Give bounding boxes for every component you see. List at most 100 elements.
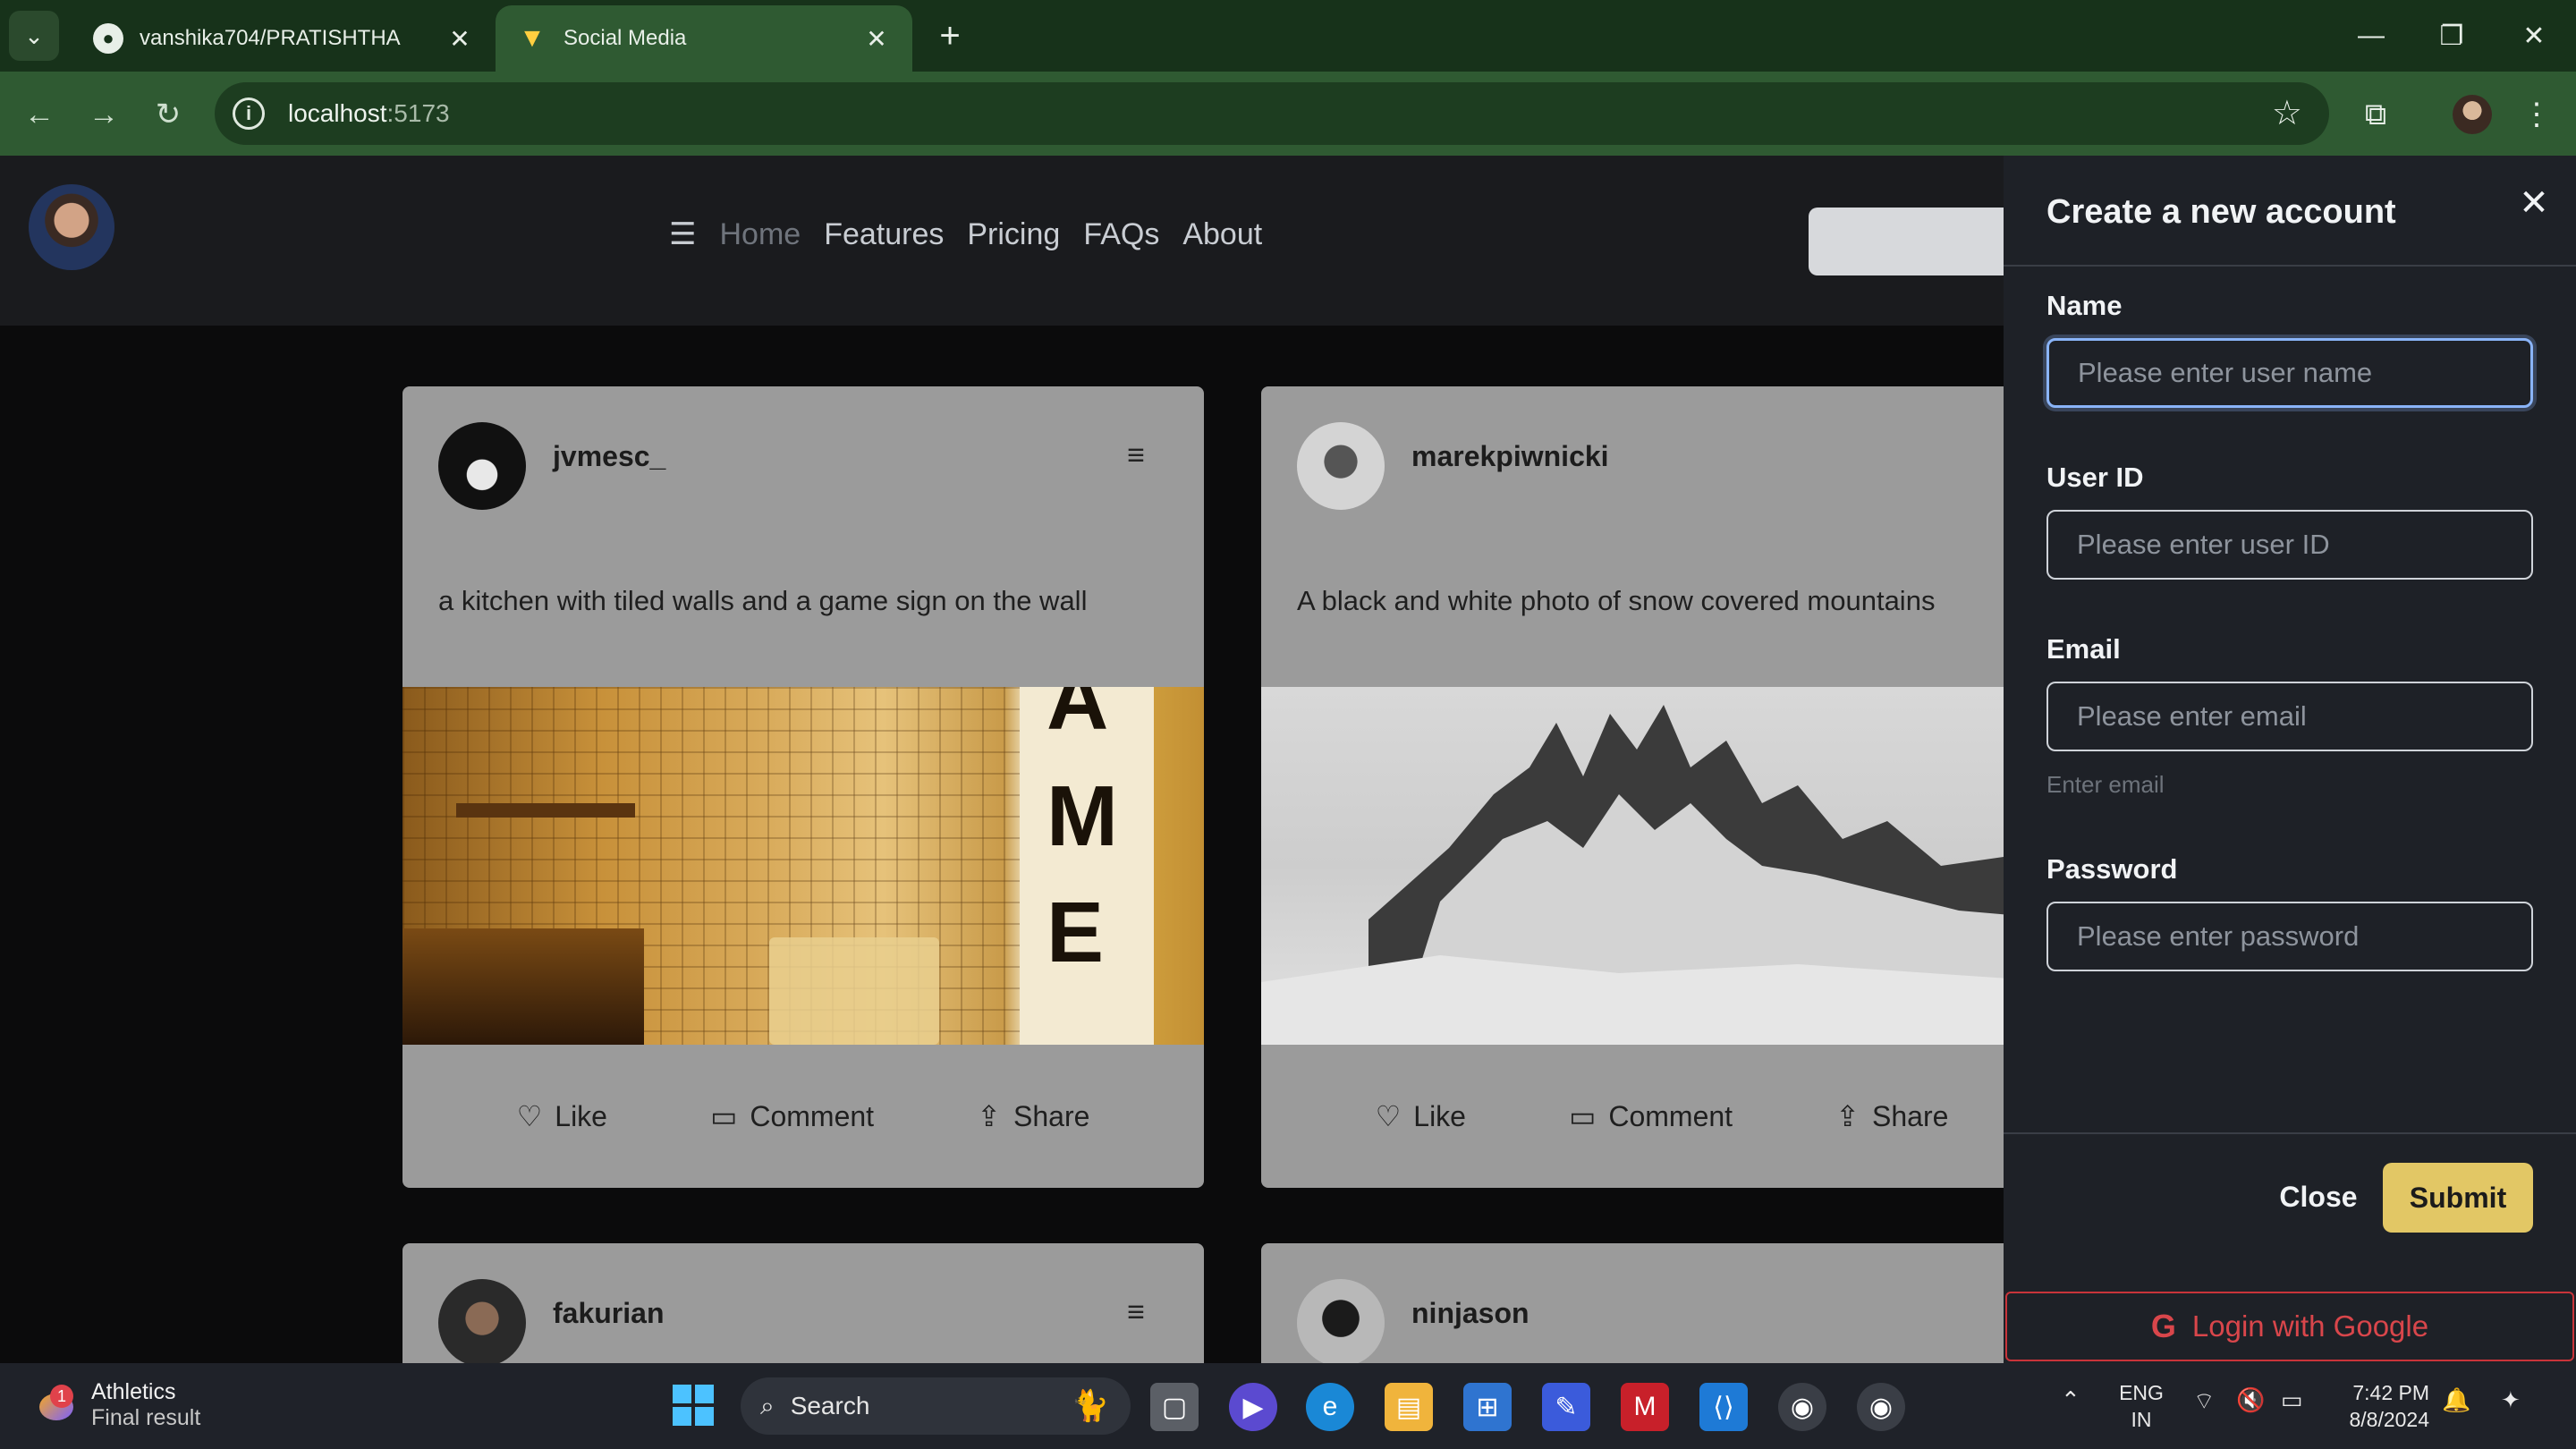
post-username[interactable]: ninjason (1411, 1297, 1530, 1330)
post-caption: a kitchen with tiled walls and a game si… (438, 585, 1088, 616)
avatar[interactable] (438, 1279, 526, 1363)
post-username[interactable]: marekpiwnicki (1411, 440, 1609, 473)
share-button[interactable]: ⇪ Share (1835, 1099, 1948, 1133)
heart-icon: ♡ (1375, 1100, 1402, 1132)
clock[interactable]: 7:42 PM 8/8/2024 (2340, 1379, 2429, 1433)
counter (402, 928, 644, 1045)
nav-home[interactable]: Home (719, 217, 801, 252)
post-card: jvmesc_ ≡ a kitchen with tiled walls and… (402, 386, 1204, 1188)
start-button[interactable] (669, 1381, 717, 1429)
close-icon[interactable]: ✕ (445, 24, 474, 54)
post-menu-icon[interactable]: ≡ (1127, 438, 1145, 473)
google-icon: G (2150, 1308, 2176, 1344)
name-input[interactable] (2046, 338, 2533, 408)
google-login-button[interactable]: G Login with Google (2005, 1292, 2574, 1361)
avatar[interactable] (1297, 1279, 1385, 1363)
post-username[interactable]: fakurian (553, 1297, 664, 1330)
store-icon[interactable]: ⊞ (1463, 1383, 1512, 1431)
chrome-profile-icon[interactable]: ◉ (1778, 1383, 1826, 1431)
like-button[interactable]: ♡ Like (1376, 1099, 1466, 1133)
share-button[interactable]: ⇪ Share (977, 1099, 1089, 1133)
email-label: Email (2046, 633, 2121, 665)
puzzle-icon: ⧉ (2364, 97, 2387, 131)
new-tab-button[interactable]: + (928, 14, 971, 57)
widget-title: Athletics (91, 1379, 176, 1404)
nav-faqs[interactable]: FAQs (1083, 217, 1159, 252)
close-button[interactable]: Close (2256, 1163, 2381, 1231)
post-card: marekpiwnicki ≡ A black and white photo … (1261, 386, 2063, 1188)
task-view-icon[interactable]: ▢ (1150, 1383, 1199, 1431)
close-icon: ✕ (2519, 183, 2549, 223)
pen-app-icon[interactable]: ✎ (1542, 1383, 1590, 1431)
battery-icon[interactable]: ▭ (2281, 1386, 2303, 1414)
chat-icon[interactable]: ▶ (1229, 1383, 1277, 1431)
tab-social-media[interactable]: ▼ Social Media ✕ (496, 5, 912, 72)
tab-title: Social Media (564, 26, 687, 50)
tab-github[interactable]: ● vanshika704/PRATISHTHA ✕ (72, 5, 496, 72)
browser-menu-button[interactable]: ⋮ (2513, 91, 2560, 138)
volume-muted-icon[interactable]: 🔇 (2236, 1386, 2265, 1414)
drawer-close-button[interactable]: ✕ (2513, 182, 2555, 224)
email-hint: Enter email (2046, 771, 2165, 798)
taskbar: 1 Athletics Final result ⌕ Search 🐈 ▢ ▶ … (0, 1363, 2576, 1449)
close-icon[interactable]: ✕ (862, 24, 891, 54)
forward-button[interactable]: → (80, 91, 127, 138)
taskbar-search[interactable]: ⌕ Search 🐈 (741, 1377, 1131, 1435)
site-avatar[interactable] (29, 184, 114, 270)
tab-search-button[interactable]: ⌄ (9, 11, 59, 61)
browser-profile-avatar[interactable] (2453, 95, 2492, 134)
comment-icon: ▭ (710, 1100, 738, 1132)
divider (2004, 1132, 2576, 1134)
email-input[interactable] (2046, 682, 2533, 751)
nav-pricing[interactable]: Pricing (967, 217, 1060, 252)
header-search-input[interactable] (1809, 208, 2032, 275)
vscode-icon[interactable]: ⟨⟩ (1699, 1383, 1748, 1431)
comment-button[interactable]: ▭ Comment (710, 1099, 874, 1133)
restore-button[interactable]: ❐ (2420, 13, 2483, 59)
back-button[interactable]: ← (16, 91, 63, 138)
like-button[interactable]: ♡ Like (517, 1099, 607, 1133)
post-username[interactable]: jvmesc_ (553, 440, 665, 473)
comment-button[interactable]: ▭ Comment (1569, 1099, 1733, 1133)
chrome-icon[interactable]: ◉ (1857, 1383, 1905, 1431)
kebab-menu-icon: ⋮ (2521, 97, 2552, 131)
widgets-button[interactable]: 1 Athletics Final result (36, 1379, 200, 1431)
nav-features[interactable]: Features (824, 217, 944, 252)
language-indicator[interactable]: ENG IN (2114, 1379, 2168, 1433)
address-bar[interactable]: i localhost:5173 ☆ (215, 82, 2329, 145)
restore-icon: ❐ (2439, 21, 2464, 51)
submit-button[interactable]: Submit (2383, 1163, 2533, 1233)
user-id-input[interactable] (2046, 510, 2533, 580)
post-photo (1261, 687, 2063, 1045)
password-input[interactable] (2046, 902, 2533, 971)
chevron-down-icon: ⌄ (24, 21, 44, 49)
post-actions: ♡ Like ▭ Comment ⇪ Share (1261, 1045, 2063, 1188)
avatar[interactable] (1297, 422, 1385, 510)
close-window-button[interactable]: ✕ (2503, 13, 2565, 59)
notification-bell-icon[interactable]: 🔔 (2442, 1386, 2470, 1414)
reload-icon: ↻ (155, 97, 182, 131)
reload-button[interactable]: ↻ (145, 91, 191, 138)
bookmark-star-icon[interactable]: ☆ (2272, 93, 2302, 133)
comment-icon: ▭ (1569, 1100, 1597, 1132)
tray-overflow-icon[interactable]: ⌃ (2061, 1386, 2080, 1414)
browser-tab-bar: ⌄ ● vanshika704/PRATISHTHA ✕ ▼ Social Me… (0, 0, 2576, 72)
wifi-icon[interactable]: ⌔ (2193, 1386, 2215, 1416)
copilot-icon[interactable]: ✦ (2501, 1386, 2521, 1414)
file-explorer-icon[interactable]: ▤ (1385, 1383, 1433, 1431)
taskbar-search-label: Search (790, 1392, 870, 1419)
main-nav: ☰ Home Features Pricing FAQs About (669, 216, 1262, 252)
post-menu-icon[interactable]: ≡ (1127, 1295, 1145, 1330)
list-icon[interactable]: ☰ (669, 216, 696, 252)
url-text: localhost:5173 (288, 99, 450, 127)
edge-icon[interactable]: e (1306, 1383, 1354, 1431)
avatar[interactable] (438, 422, 526, 510)
arrow-left-icon: ← (24, 97, 55, 131)
drawer-title: Create a new account (2046, 193, 2396, 231)
nav-about[interactable]: About (1182, 217, 1262, 252)
sign-letter: M (1046, 768, 1118, 864)
mcafee-icon[interactable]: M (1621, 1383, 1669, 1431)
site-info-icon[interactable]: i (233, 97, 265, 130)
extensions-button[interactable]: ⧉ (2352, 91, 2399, 138)
minimize-button[interactable]: — (2340, 13, 2402, 59)
